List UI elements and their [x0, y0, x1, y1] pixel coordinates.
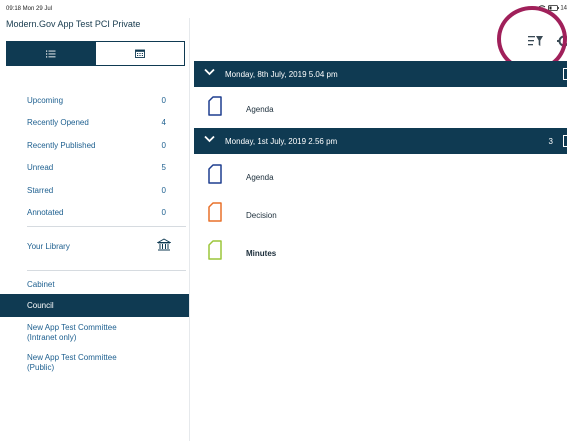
document-icon: [208, 240, 222, 260]
your-library-link[interactable]: Your Library: [27, 242, 70, 251]
committee-label: Council: [27, 301, 54, 310]
sidebar-item-label: Upcoming: [27, 96, 64, 105]
sidebar-item-annotated[interactable]: Annotated 0: [0, 201, 189, 223]
committee-new-app-test-public[interactable]: New App Test Committee (Public): [0, 350, 189, 383]
sidebar-item-upcoming[interactable]: Upcoming 0: [0, 89, 189, 111]
sidebar-item-count: 0: [161, 185, 166, 195]
sidebar-item-count: 5: [161, 163, 166, 173]
sidebar-item-label: Recently Published: [27, 140, 96, 150]
library-icon[interactable]: [157, 238, 171, 252]
battery-percentage: 14: [560, 5, 567, 12]
status-bar: 09:18 Mon 29 Jul 14: [0, 0, 567, 18]
committee-label: Cabinet: [27, 280, 55, 289]
meeting-doc-count: 3: [548, 137, 553, 146]
committee-council[interactable]: Council: [0, 294, 189, 317]
sidebar-item-count: 0: [161, 96, 166, 105]
meeting-header[interactable]: Monday, 8th July, 2019 5.04 pm: [194, 61, 567, 87]
chevron-down-icon: [204, 68, 215, 76]
sidebar-item-label: Starred: [27, 185, 54, 195]
meeting-header[interactable]: Monday, 1st July, 2019 2.56 pm 3: [194, 128, 567, 154]
calendar-view-button[interactable]: [95, 42, 184, 65]
sidebar-item-starred[interactable]: Starred 0: [0, 179, 189, 201]
committee-list: Cabinet Council New App Test Committee (…: [0, 275, 189, 383]
view-toggle: [6, 41, 185, 66]
meeting-title: Monday, 8th July, 2019 5.04 pm: [225, 70, 338, 79]
document-icon: [208, 96, 222, 116]
document-row[interactable]: Minutes: [208, 240, 558, 278]
list-icon: [46, 50, 56, 57]
document-row[interactable]: Agenda: [208, 164, 558, 202]
list-view-button[interactable]: [7, 42, 96, 65]
sidebar-item-count: 0: [161, 140, 166, 150]
document-label: Decision: [246, 211, 277, 220]
divider: [27, 226, 186, 227]
committee-label: New App Test Committee (Public): [27, 353, 117, 372]
document-label: Agenda: [246, 173, 274, 182]
calendar-icon: [134, 49, 145, 58]
sidebar-item-recently-opened[interactable]: Recently Opened 4: [0, 111, 189, 133]
document-icon: [563, 135, 567, 147]
sidebar-menu: Upcoming 0 Recently Opened 4 Recently Pu…: [0, 89, 189, 223]
meeting-title: Monday, 1st July, 2019 2.56 pm: [225, 137, 338, 146]
document-icon: [208, 202, 222, 222]
document-icon: [563, 68, 567, 80]
document-row[interactable]: Decision: [208, 202, 558, 240]
sidebar-item-label: Unread: [27, 163, 54, 173]
sidebar-item-label: Annotated: [27, 207, 64, 217]
sidebar-item-unread[interactable]: Unread 5: [0, 156, 189, 178]
sidebar-item-label: Recently Opened: [27, 118, 89, 128]
committee-cabinet[interactable]: Cabinet: [0, 275, 189, 294]
chevron-down-icon: [204, 135, 215, 143]
divider: [27, 270, 186, 271]
document-label: Minutes: [246, 249, 277, 258]
sidebar-item-recently-published[interactable]: Recently Published 0: [0, 134, 189, 156]
committee-label: New App Test Committee (Intranet only): [27, 323, 117, 342]
sidebar-item-count: 4: [161, 118, 166, 128]
sidebar-item-count: 0: [161, 207, 166, 217]
document-label: Agenda: [246, 105, 274, 114]
app-title: Modern.Gov App Test PCI Private: [6, 19, 141, 29]
status-time: 09:18 Mon 29 Jul: [6, 6, 53, 12]
document-icon: [208, 164, 222, 184]
committee-new-app-test-intranet[interactable]: New App Test Committee (Intranet only): [0, 317, 189, 350]
